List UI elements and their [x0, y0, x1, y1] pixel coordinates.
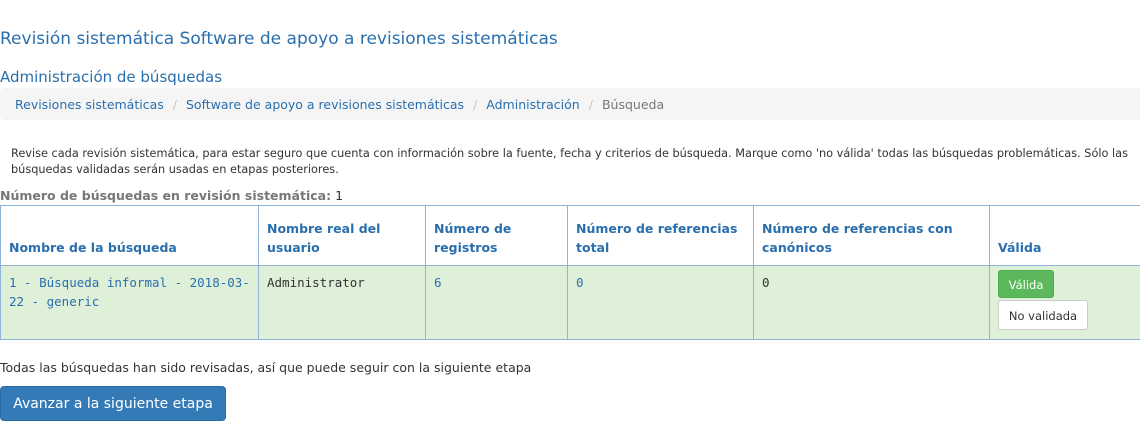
- search-count-label: Número de búsquedas en revisión sistemát…: [0, 188, 331, 203]
- cell-search-name: 1 - Búsqueda informal - 2018-03-22 - gen…: [1, 266, 259, 340]
- references-total-link[interactable]: 0: [576, 275, 584, 290]
- col-header-user-name: Nombre real del usuario: [259, 206, 426, 266]
- search-count: Número de búsquedas en revisión sistemát…: [0, 188, 343, 203]
- col-header-valid: Válida: [990, 206, 1140, 266]
- cell-user-name: Administrator: [259, 266, 426, 340]
- references-canonical-value: 0: [762, 275, 770, 290]
- section-title: Administración de búsquedas: [0, 68, 222, 86]
- breadcrumb-item-administracion[interactable]: Administración: [486, 97, 579, 112]
- cell-references-total: 0: [568, 266, 754, 340]
- breadcrumb-current: Búsqueda: [602, 97, 664, 112]
- searches-table: Nombre de la búsqueda Nombre real del us…: [0, 205, 1140, 340]
- breadcrumb: Revisiones sistemáticas / Software de ap…: [0, 88, 1140, 120]
- search-name-link[interactable]: 1 - Búsqueda informal - 2018-03-22 - gen…: [9, 275, 250, 309]
- valid-button[interactable]: Válida: [998, 270, 1054, 298]
- instructions-text: Revise cada revisión sistemática, para e…: [11, 146, 1131, 178]
- col-header-records: Número de registros: [426, 206, 568, 266]
- search-count-value: 1: [335, 188, 343, 203]
- advance-next-stage-button[interactable]: Avanzar a la siguiente etapa: [0, 386, 226, 421]
- breadcrumb-separator: /: [173, 97, 177, 112]
- table-row: 1 - Búsqueda informal - 2018-03-22 - gen…: [1, 266, 1140, 340]
- cell-records: 6: [426, 266, 568, 340]
- col-header-search-name: Nombre de la búsqueda: [1, 206, 259, 266]
- cell-references-canonical: 0: [754, 266, 990, 340]
- breadcrumb-separator: /: [473, 97, 477, 112]
- status-message: Todas las búsquedas han sido revisadas, …: [0, 360, 531, 375]
- cell-valid: Válida No validada: [990, 266, 1140, 340]
- user-real-name: Administrator: [267, 275, 365, 290]
- breadcrumb-separator: /: [589, 97, 593, 112]
- table-header-row: Nombre de la búsqueda Nombre real del us…: [1, 206, 1140, 266]
- breadcrumb-item-revisiones[interactable]: Revisiones sistemáticas: [15, 97, 164, 112]
- col-header-references-total: Número de referencias total: [568, 206, 754, 266]
- not-valid-button[interactable]: No validada: [998, 300, 1088, 330]
- col-header-references-canonical: Número de referencias con canónicos: [754, 206, 990, 266]
- breadcrumb-item-software[interactable]: Software de apoyo a revisiones sistemáti…: [186, 97, 464, 112]
- records-link[interactable]: 6: [434, 275, 442, 290]
- page-title: Revisión sistemática Software de apoyo a…: [0, 29, 558, 49]
